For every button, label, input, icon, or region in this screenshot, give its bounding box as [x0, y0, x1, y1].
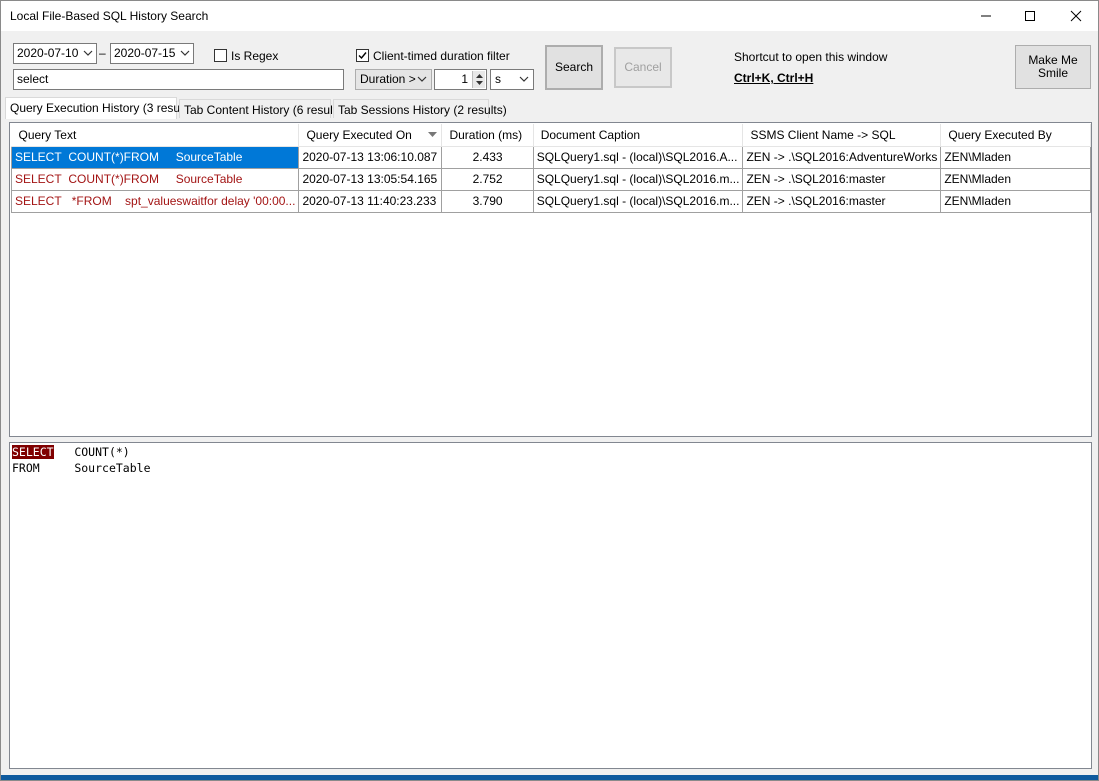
date-range-separator: –: [99, 46, 106, 60]
minimize-button[interactable]: [963, 1, 1009, 31]
column-header-label: Query Executed On: [306, 127, 412, 142]
duration-cell[interactable]: 3.790: [441, 189, 534, 213]
sql-fragment: *FROM: [71, 194, 112, 208]
client-name-cell[interactable]: ZEN -> .\SQL2016:master: [742, 167, 942, 191]
document-caption-cell[interactable]: SQLQuery1.sql - (local)\SQL2016.m...: [532, 189, 744, 213]
search-input[interactable]: select: [13, 69, 344, 90]
date-from-value: 2020-07-10: [17, 46, 79, 60]
chevron-down-icon: [475, 81, 483, 86]
document-caption-cell[interactable]: SQLQuery1.sql - (local)\SQL2016.m...: [532, 167, 744, 191]
tab-tab-sessions-history[interactable]: Tab Sessions History (2 results): [333, 99, 507, 118]
query-text-cell[interactable]: SELECT *FROM spt_valueswaitfor delay '00…: [10, 189, 300, 213]
window-title: Local File-Based SQL History Search: [10, 9, 209, 23]
results-grid-panel[interactable]: Query Text Query Executed On Duration (m…: [9, 122, 1092, 437]
client-name-cell[interactable]: ZEN -> .\SQL2016:master: [742, 189, 942, 213]
executed-by-cell[interactable]: ZEN\Mladen: [940, 167, 1091, 191]
grid-header-row: Query Text Query Executed On Duration (m…: [11, 124, 1091, 147]
duration-unit-value: s: [495, 72, 501, 86]
shortcut-keys[interactable]: Ctrl+K, Ctrl+H: [734, 71, 813, 85]
duration-unit-select[interactable]: s: [490, 69, 534, 90]
date-from-picker[interactable]: 2020-07-10: [13, 43, 97, 64]
sql-keyword: SELECT: [15, 172, 62, 186]
sql-identifier: SourceTable: [175, 172, 243, 186]
duration-value: 1: [461, 72, 468, 86]
maximize-icon: [1025, 11, 1035, 21]
duration-value-stepper[interactable]: 1: [434, 69, 487, 90]
table-row[interactable]: SELECT COUNT(*)FROM SourceTable 2020-07-…: [10, 167, 1091, 191]
column-header-executed-by[interactable]: Query Executed By: [940, 124, 1091, 147]
sql-keyword: SELECT: [15, 150, 62, 164]
duration-filter-label: Client-timed duration filter: [373, 49, 510, 63]
taskbar-strip: [1, 775, 1098, 780]
column-header-duration[interactable]: Duration (ms): [441, 124, 534, 147]
sql-identifier: SourceTable: [175, 150, 243, 164]
executed-on-cell[interactable]: 2020-07-13 13:06:10.087: [298, 145, 443, 169]
document-caption-cell[interactable]: SQLQuery1.sql - (local)\SQL2016.A...: [532, 145, 744, 169]
chevron-down-icon: [519, 76, 529, 82]
sql-keyword: FROM: [12, 461, 40, 475]
maximize-button[interactable]: [1007, 1, 1053, 31]
cancel-button[interactable]: Cancel: [614, 47, 672, 88]
tab-tab-content-history[interactable]: Tab Content History (6 results): [179, 99, 346, 118]
executed-by-cell[interactable]: ZEN\Mladen: [940, 145, 1091, 169]
sql-keyword: SELECT: [15, 194, 62, 208]
duration-cell[interactable]: 2.433: [441, 145, 534, 169]
sql-fragment: COUNT(*)FROM: [68, 172, 160, 186]
query-text-cell[interactable]: SELECT COUNT(*)FROM SourceTable: [10, 167, 300, 191]
tab-label: Tab Sessions History (2 results): [338, 103, 507, 117]
sql-preview-line: SELECT COUNT(*): [12, 445, 130, 459]
duration-filter-checkbox[interactable]: [356, 49, 369, 62]
client-name-cell[interactable]: ZEN -> .\SQL2016:AdventureWorks: [742, 145, 942, 169]
main-window: Local File-Based SQL History Search 2020…: [0, 0, 1099, 781]
date-to-picker[interactable]: 2020-07-15: [110, 43, 194, 64]
duration-cell[interactable]: 2.752: [441, 167, 534, 191]
is-regex-label: Is Regex: [231, 49, 279, 63]
results-grid: Query Text Query Executed On Duration (m…: [10, 124, 1091, 213]
shortcut-label: Shortcut to open this window: [734, 50, 888, 64]
executed-on-cell[interactable]: 2020-07-13 11:40:23.233: [298, 189, 443, 213]
chevron-down-icon: [83, 50, 93, 56]
query-text-cell[interactable]: SELECT COUNT(*)FROM SourceTable: [10, 145, 300, 169]
sql-preview-line: FROM SourceTable: [12, 461, 151, 475]
search-input-value: select: [17, 72, 49, 86]
chevron-up-icon: [475, 73, 483, 78]
search-button-label: Search: [554, 60, 594, 74]
column-header-document-caption[interactable]: Document Caption: [533, 124, 744, 147]
checkmark-icon: [358, 52, 367, 60]
duration-operator-select[interactable]: Duration >: [355, 69, 432, 90]
make-me-smile-button[interactable]: Make Me Smile: [1015, 45, 1091, 89]
date-to-value: 2020-07-15: [114, 46, 176, 60]
sql-identifier: spt_valueswaitfor delay '00:00...: [125, 194, 296, 208]
chevron-down-icon: [180, 50, 190, 56]
tab-label: Tab Content History (6 results): [184, 103, 347, 117]
column-header-executed-on[interactable]: Query Executed On: [298, 124, 443, 147]
chevron-down-icon: [417, 76, 427, 82]
search-button[interactable]: Search: [545, 45, 603, 90]
sql-preview-text: SourceTable: [74, 461, 151, 475]
is-regex-checkbox[interactable]: [214, 49, 227, 62]
tab-query-execution-history[interactable]: Query Execution History (3 results): [5, 97, 196, 119]
sql-preview-text: COUNT(*): [74, 445, 130, 459]
sql-preview-pane[interactable]: SELECT COUNT(*) FROM SourceTable: [9, 442, 1092, 769]
duration-operator-value: Duration >: [360, 72, 416, 86]
tab-label: Query Execution History (3 results): [10, 101, 197, 115]
minimize-icon: [981, 15, 991, 17]
executed-on-cell[interactable]: 2020-07-13 13:05:54.165: [298, 167, 443, 191]
sql-fragment: COUNT(*)FROM: [68, 150, 160, 164]
sql-keyword-highlight: SELECT: [12, 445, 54, 459]
make-me-smile-label: Make Me Smile: [1028, 53, 1078, 80]
close-button[interactable]: [1053, 1, 1098, 31]
title-bar: Local File-Based SQL History Search: [1, 1, 1098, 31]
close-icon: [1070, 10, 1082, 22]
stepper-arrows[interactable]: [472, 71, 485, 88]
sort-descending-icon: [428, 132, 438, 137]
column-header-query-text[interactable]: Query Text: [11, 124, 300, 147]
executed-by-cell[interactable]: ZEN\Mladen: [940, 189, 1091, 213]
column-header-client-name[interactable]: SSMS Client Name -> SQL: [742, 124, 942, 147]
table-row[interactable]: SELECT COUNT(*)FROM SourceTable 2020-07-…: [10, 145, 1091, 169]
cancel-button-label: Cancel: [624, 60, 662, 74]
table-row[interactable]: SELECT *FROM spt_valueswaitfor delay '00…: [10, 189, 1091, 213]
